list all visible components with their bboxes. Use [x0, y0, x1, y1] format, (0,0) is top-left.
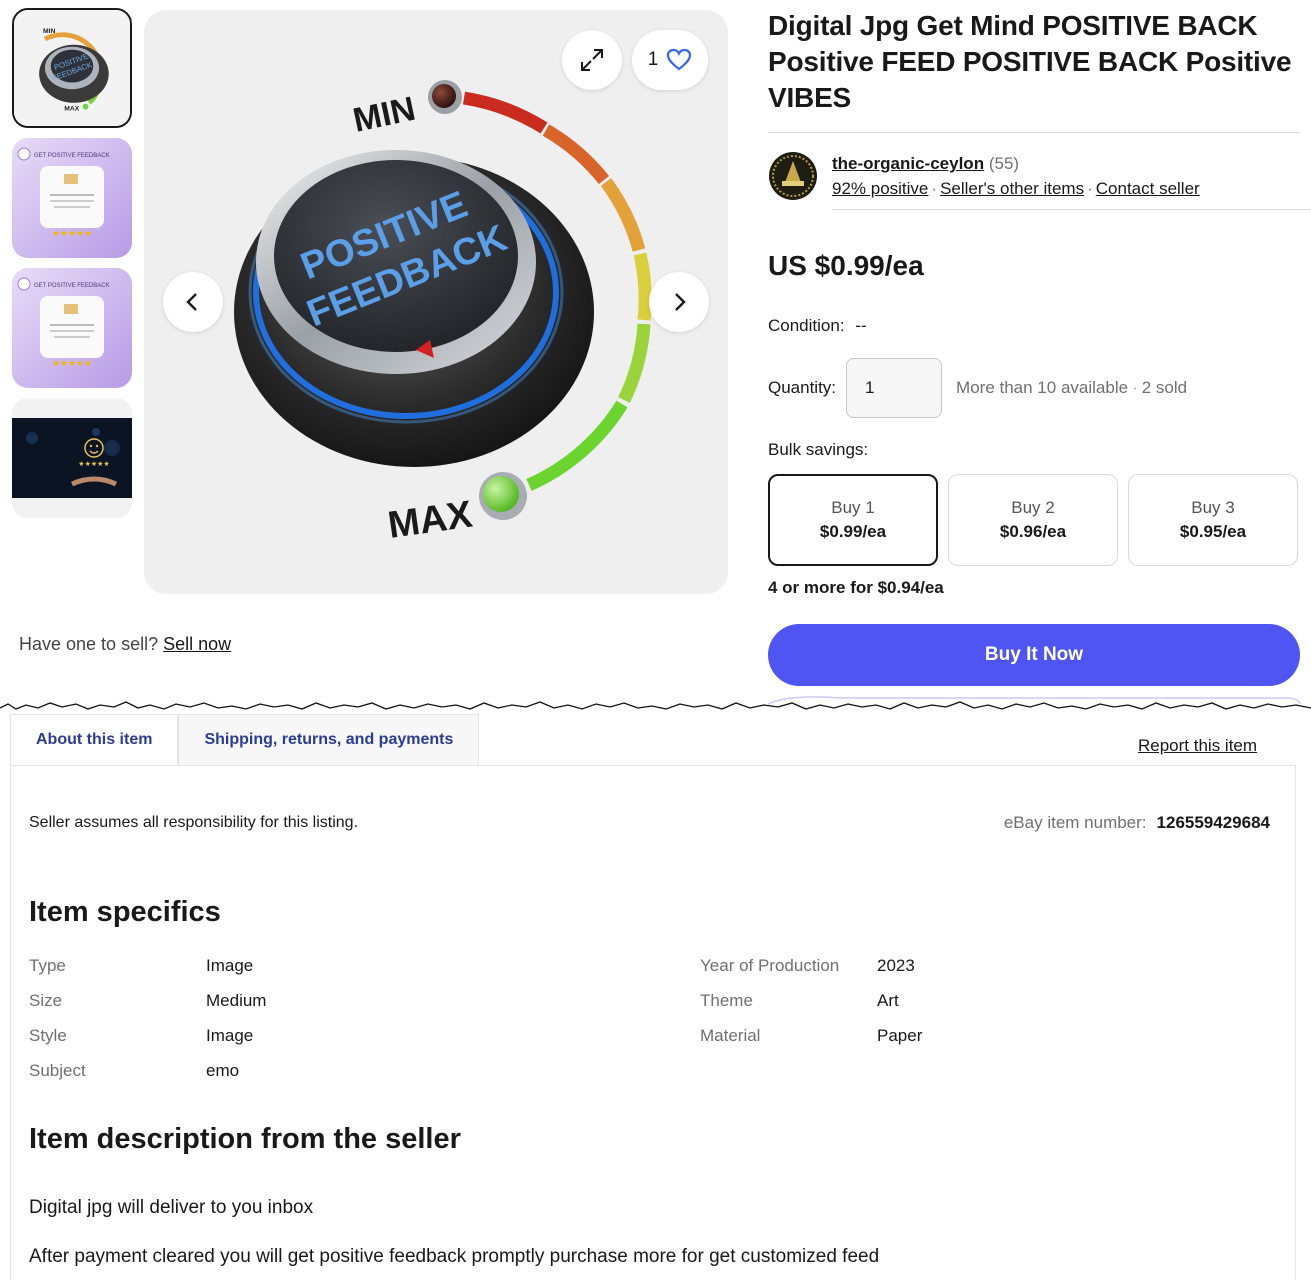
bulk-savings-label: Bulk savings: [768, 440, 869, 459]
thumbnail-2-image: GET POSITIVE FEEDBACK ★★★★★ [12, 138, 132, 258]
bulk-option-label: Buy 1 [831, 498, 875, 517]
item-number-label: eBay item number: [1003, 813, 1147, 832]
spec-label: Style [29, 1026, 67, 1045]
spec-value: Medium [206, 991, 267, 1010]
main-product-image[interactable]: MIN MAX POSITIVE FEEDBACK 1 [144, 10, 728, 594]
spec-value: 2023 [877, 956, 915, 975]
thumbnail-2[interactable]: GET POSITIVE FEEDBACK ★★★★★ [12, 138, 132, 258]
spec-value: Art [877, 991, 899, 1010]
detail-tabs: About this item Shipping, returns, and p… [10, 714, 480, 766]
bulk-option-price: $0.96/ea [999, 522, 1067, 541]
seller-feedback-count: (55) [988, 154, 1020, 173]
seller-avatar[interactable] [768, 151, 818, 201]
previous-image-button[interactable] [163, 272, 223, 332]
description-line: After payment cleared you will get posit… [29, 1246, 880, 1267]
svg-text:★★★★★: ★★★★★ [52, 358, 92, 368]
svg-text:★★★★★: ★★★★★ [78, 460, 109, 468]
bulk-option-buy-1[interactable]: Buy 1 $0.99/ea [768, 474, 938, 566]
thumbnail-1-image: POSITIVE FEEDBACK MIN MAX [14, 10, 130, 126]
thumbnail-strip: POSITIVE FEEDBACK MIN MAX GET POSITIVE F… [12, 8, 134, 528]
report-item-link[interactable]: Report this item [1138, 736, 1257, 756]
spec-label: Year of Production [700, 956, 840, 975]
available-text: More than 10 available [956, 378, 1129, 397]
bulk-option-price: $0.99/ea [819, 522, 887, 541]
thumbnail-4-image: ★★★★★ [12, 398, 132, 518]
svg-text:★★★★★: ★★★★★ [52, 228, 92, 238]
expand-button[interactable] [562, 30, 622, 90]
thumbnail-2-caption: GET POSITIVE FEEDBACK [34, 153, 110, 159]
spec-value: Image [206, 956, 254, 975]
watch-button[interactable]: 1 [632, 30, 708, 90]
condition-value: -- [855, 316, 867, 335]
svg-text:MIN: MIN [43, 28, 55, 35]
item-price: US $0.99/ea [768, 250, 924, 281]
spec-value: Image [206, 1026, 254, 1045]
spec-label: Type [29, 956, 66, 975]
quantity-row: Quantity: More than 10 available·2 sold [768, 358, 1300, 418]
spec-label: Subject [29, 1061, 86, 1080]
chevron-right-icon [675, 293, 686, 311]
about-item-panel: Seller assumes all responsibility for th… [10, 765, 1296, 1280]
tab-shipping-returns-payments[interactable]: Shipping, returns, and payments [178, 714, 480, 766]
quantity-input[interactable] [846, 358, 943, 418]
spec-value: emo [206, 1061, 240, 1080]
listing-summary: Digital Jpg Get Mind POSITIVE BACK Posit… [768, 8, 1311, 686]
heart-icon [667, 48, 692, 71]
availability: More than 10 available · 2 sold [956, 378, 1188, 397]
title-divider [768, 132, 1300, 133]
contact-seller-link[interactable]: Contact seller [1096, 179, 1200, 198]
responsibility-note: Seller assumes all responsibility for th… [29, 814, 359, 831]
thumbnail-3-caption: GET POSITIVE FEEDBACK [34, 283, 110, 289]
bulk-more-text: 4 or more for $0.94/ea [768, 578, 944, 597]
spec-label: Material [700, 1026, 761, 1045]
thumbnail-3[interactable]: GET POSITIVE FEEDBACK ★★★★★ [12, 268, 132, 388]
item-description-heading: Item description from the seller [29, 1123, 461, 1155]
spec-value: Paper [877, 1026, 923, 1045]
seller-other-items-link[interactable]: Seller's other items [940, 179, 1084, 198]
seller-positive-link[interactable]: 92% positive [832, 179, 928, 198]
condition-row: Condition: -- [768, 316, 1300, 336]
chevron-left-icon [186, 293, 197, 311]
item-specifics-heading: Item specifics [29, 896, 221, 928]
quantity-label: Quantity: [768, 378, 837, 397]
bulk-savings-options: Buy 1 $0.99/ea Buy 2 $0.96/ea Buy 3 $0.9… [768, 474, 1300, 566]
tab-about-this-item[interactable]: About this item [10, 714, 179, 766]
item-number: eBay item number: 126559429684 [1004, 813, 1270, 833]
sell-prompt: Have one to sell? Sell now [19, 634, 231, 655]
knob-min-label: MIN [350, 90, 419, 140]
sold-text: 2 sold [1141, 378, 1188, 397]
seller-card: the-organic-ceylon (55) 92% positive · Sel… [768, 151, 1300, 201]
watch-count: 1 [647, 49, 659, 70]
buy-it-now-button[interactable]: Buy It Now [768, 624, 1300, 686]
thumbnail-4[interactable]: ★★★★★ [12, 398, 132, 518]
item-number-value: 126559429684 [1156, 813, 1270, 832]
sell-now-link[interactable]: Sell now [163, 634, 231, 654]
bulk-option-label: Buy 3 [1191, 498, 1235, 517]
bulk-option-label: Buy 2 [1011, 498, 1055, 517]
bulk-option-buy-3[interactable]: Buy 3 $0.95/ea [1128, 474, 1298, 566]
seller-name-link[interactable]: the-organic-ceylon [832, 154, 984, 173]
bulk-option-buy-2[interactable]: Buy 2 $0.96/ea [948, 474, 1118, 566]
seller-divider [832, 209, 1311, 210]
spec-label: Size [29, 991, 63, 1010]
knob-max-label: MAX [385, 493, 475, 546]
spec-label: Theme [700, 991, 753, 1010]
next-image-button[interactable] [649, 272, 709, 332]
bulk-option-price: $0.95/ea [1179, 522, 1247, 541]
item-title: Digital Jpg Get Mind POSITIVE BACK Posit… [768, 10, 1292, 113]
thumbnail-1[interactable]: POSITIVE FEEDBACK MIN MAX [12, 8, 132, 128]
condition-label: Condition: [768, 316, 845, 335]
svg-text:MAX: MAX [64, 106, 79, 113]
description-line: Digital jpg will deliver to you inbox [29, 1197, 314, 1218]
sell-prompt-text: Have one to sell? [19, 634, 159, 654]
expand-icon [581, 49, 603, 71]
thumbnail-3-image: GET POSITIVE FEEDBACK ★★★★★ [12, 268, 132, 388]
positive-feedback-knob-image: MIN MAX POSITIVE FEEDBACK [234, 80, 652, 547]
